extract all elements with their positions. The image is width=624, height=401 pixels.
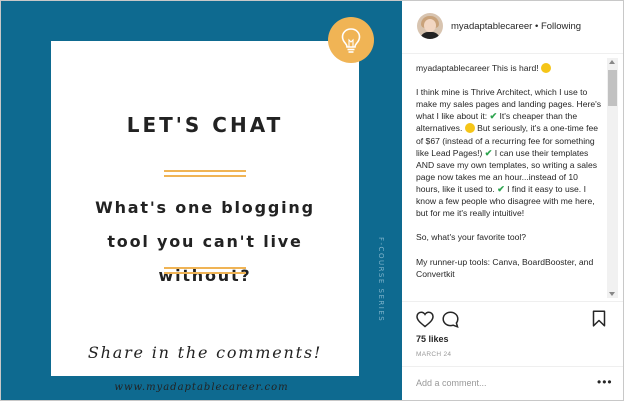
check-mark-icon: ✔ xyxy=(497,183,505,194)
more-options-icon[interactable]: ••• xyxy=(597,375,613,389)
image-card: LET'S CHAT What's one blogging tool you … xyxy=(51,41,359,376)
following-button[interactable]: Following xyxy=(541,21,581,32)
post-header: myadaptablecareer • Following xyxy=(402,1,623,54)
card-title: LET'S CHAT xyxy=(126,113,284,137)
question-line: without? xyxy=(158,266,252,285)
instagram-post-window: LET'S CHAT What's one blogging tool you … xyxy=(0,0,624,401)
header-username[interactable]: myadaptablecareer xyxy=(451,21,532,32)
post-actions xyxy=(416,310,611,330)
post-panel: myadaptablecareer • Following myadaptabl… xyxy=(402,1,623,400)
question-line: What's one blogging xyxy=(95,198,315,217)
likes-count[interactable]: 75 likes xyxy=(416,334,449,344)
caption-first-line: This is hard! xyxy=(491,63,539,73)
bottom-divider xyxy=(164,267,246,275)
scrollbar-thumb[interactable] xyxy=(608,70,617,106)
caption-scrollbar[interactable] xyxy=(607,58,618,298)
question-line: tool you can't live xyxy=(107,232,303,251)
lightbulb-icon xyxy=(328,17,374,63)
comment-icon[interactable] xyxy=(442,311,459,328)
caption-runner-up: My runner-up tools: Canva, BoardBooster,… xyxy=(416,256,594,279)
heart-icon[interactable] xyxy=(416,311,434,328)
header-separator: • xyxy=(532,21,541,32)
check-mark-icon: ✔ xyxy=(489,111,498,122)
avatar[interactable] xyxy=(417,13,443,39)
top-divider xyxy=(164,170,246,178)
caption-question: So, what's your favorite tool? xyxy=(416,232,527,243)
thinking-face-icon xyxy=(541,63,552,73)
scroll-down-arrow-icon[interactable] xyxy=(609,292,615,296)
post-image[interactable]: LET'S CHAT What's one blogging tool you … xyxy=(1,1,402,400)
bookmark-icon[interactable] xyxy=(592,310,606,327)
series-label: F-COURSE SERIES xyxy=(377,237,385,323)
card-cta: Share in the comments! xyxy=(87,343,323,362)
header-text: myadaptablecareer • Following xyxy=(451,21,581,32)
caption-username[interactable]: myadaptablecareer xyxy=(416,63,490,73)
comment-bar: Add a comment... ••• xyxy=(402,366,623,401)
laughing-face-icon xyxy=(464,123,475,134)
image-url: www.myadaptablecareer.com xyxy=(114,382,289,393)
caption: myadaptablecareer This is hard! I think … xyxy=(416,62,602,292)
caption-scroll-area[interactable]: myadaptablecareer This is hard! I think … xyxy=(402,54,623,302)
post-date[interactable]: MARCH 24 xyxy=(416,351,451,358)
scroll-up-arrow-icon[interactable] xyxy=(609,60,615,64)
card-question: What's one blogging tool you can't live … xyxy=(71,191,339,293)
comment-input[interactable]: Add a comment... xyxy=(416,378,487,388)
